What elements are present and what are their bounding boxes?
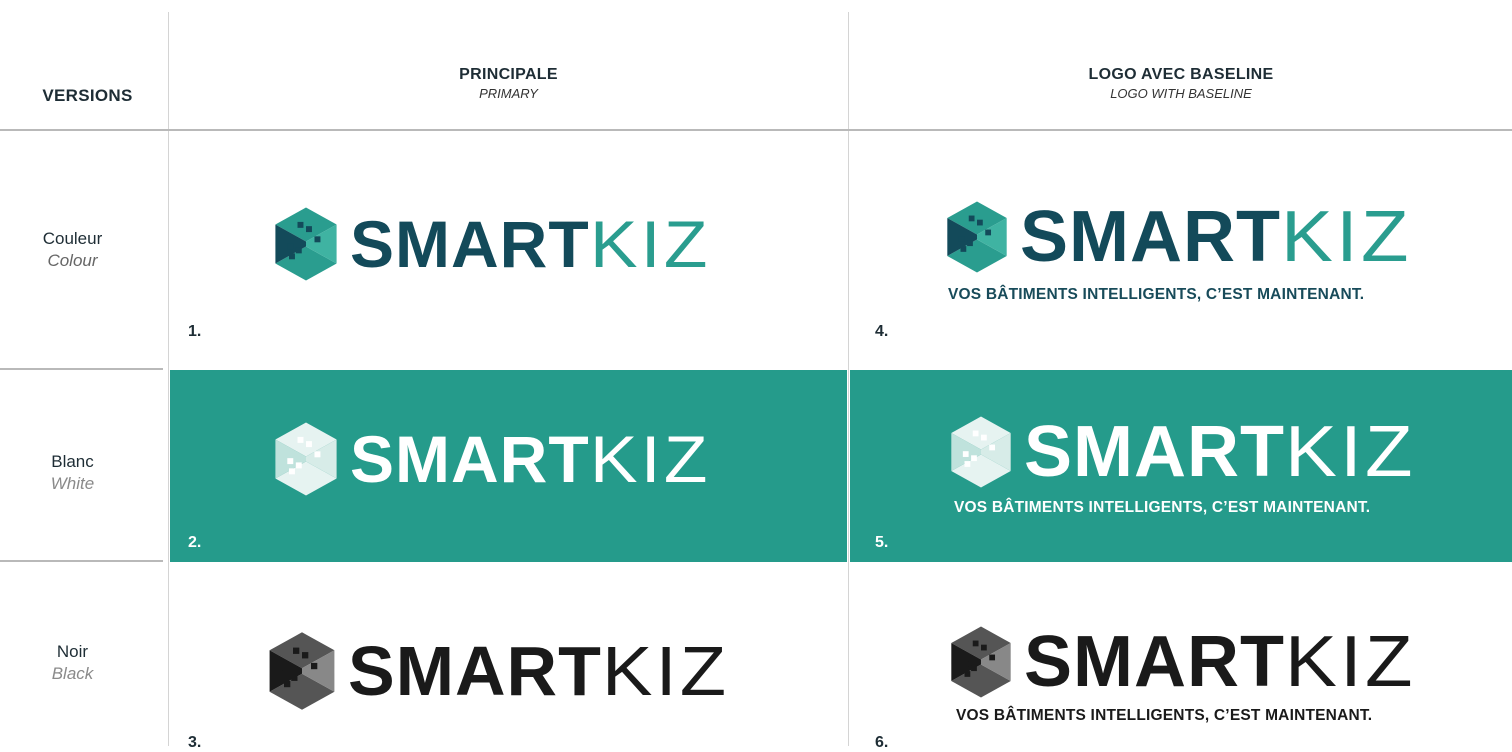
row-label-fr: Blanc [51, 452, 94, 471]
wordmark-smart: SMART [1024, 412, 1285, 492]
wordmark-kiz: KIZ [1284, 622, 1416, 702]
wordmark: SMART KIZ [350, 422, 707, 496]
baseline-column-title: LOGO AVEC BASELINE [1088, 66, 1274, 83]
wordmark: SMART KIZ [1020, 197, 1408, 277]
wordmark: SMART KIZ [348, 632, 726, 710]
logo-white-baseline: SMART KIZ [948, 410, 1412, 494]
wordmark-smart: SMART [1024, 622, 1285, 702]
wordmark-smart: SMART [350, 422, 590, 496]
row-label-en: Colour [47, 251, 98, 270]
wordmark: SMART KIZ [350, 207, 707, 281]
wordmark-smart: SMART [350, 207, 590, 281]
item-number-6: 6. [875, 734, 889, 751]
logo-black-baseline: SMART KIZ [948, 620, 1412, 704]
row-label-colour: Couleur Colour [0, 229, 145, 271]
item-number-5: 5. [875, 534, 889, 551]
logo-white-primary: SMART KIZ [272, 420, 707, 498]
smartkiz-emblem-icon [266, 630, 338, 712]
row-label-black: Noir Black [0, 642, 145, 684]
smartkiz-emblem-icon [948, 410, 1014, 494]
row-divider-1 [0, 368, 163, 370]
logo-baseline-text: VOS BÂTIMENTS INTELLIGENTS, C’EST MAINTE… [948, 286, 1365, 303]
logo-black-primary: SMART KIZ [266, 630, 726, 712]
primary-column-header: PRINCIPALE PRIMARY [170, 66, 847, 101]
wordmark-kiz: KIZ [1284, 412, 1416, 492]
baseline-column-subtitle: LOGO WITH BASELINE [1110, 86, 1252, 101]
primary-column-title: PRINCIPALE [459, 66, 558, 83]
row-label-en: Black [51, 664, 94, 683]
row-label-fr: Couleur [42, 229, 103, 248]
item-number-2: 2. [188, 534, 202, 551]
baseline-column-header: LOGO AVEC BASELINE LOGO WITH BASELINE [850, 66, 1512, 101]
versions-heading: VERSIONS [42, 86, 133, 105]
primary-column-subtitle: PRIMARY [479, 86, 538, 101]
smartkiz-emblem-icon [948, 620, 1014, 704]
logo-baseline-text: VOS BÂTIMENTS INTELLIGENTS, C’EST MAINTE… [954, 499, 1371, 516]
item-number-4: 4. [875, 323, 889, 340]
item-number-3: 3. [188, 734, 202, 751]
logo-colour-primary: SMART KIZ [272, 205, 707, 283]
row-divider-2 [0, 560, 163, 562]
row-label-fr: Noir [56, 642, 89, 661]
logo-colour-baseline: SMART KIZ [944, 195, 1408, 279]
wordmark-kiz: KIZ [589, 207, 711, 281]
wordmark-kiz: KIZ [601, 632, 730, 710]
wordmark: SMART KIZ [1024, 622, 1412, 702]
wordmark: SMART KIZ [1024, 412, 1412, 492]
smartkiz-emblem-icon [944, 195, 1010, 279]
smartkiz-emblem-icon [272, 420, 340, 498]
item-number-1: 1. [188, 323, 202, 340]
wordmark-kiz: KIZ [1280, 197, 1412, 277]
column-divider-2 [848, 12, 849, 746]
row-label-white: Blanc White [0, 452, 145, 494]
logo-baseline-text: VOS BÂTIMENTS INTELLIGENTS, C’EST MAINTE… [956, 707, 1373, 724]
row-label-en: White [50, 474, 95, 493]
header-divider [0, 129, 1512, 131]
wordmark-smart: SMART [348, 632, 602, 710]
wordmark-smart: SMART [1020, 197, 1281, 277]
column-divider-1 [168, 12, 169, 746]
wordmark-kiz: KIZ [589, 422, 711, 496]
smartkiz-emblem-icon [272, 205, 340, 283]
